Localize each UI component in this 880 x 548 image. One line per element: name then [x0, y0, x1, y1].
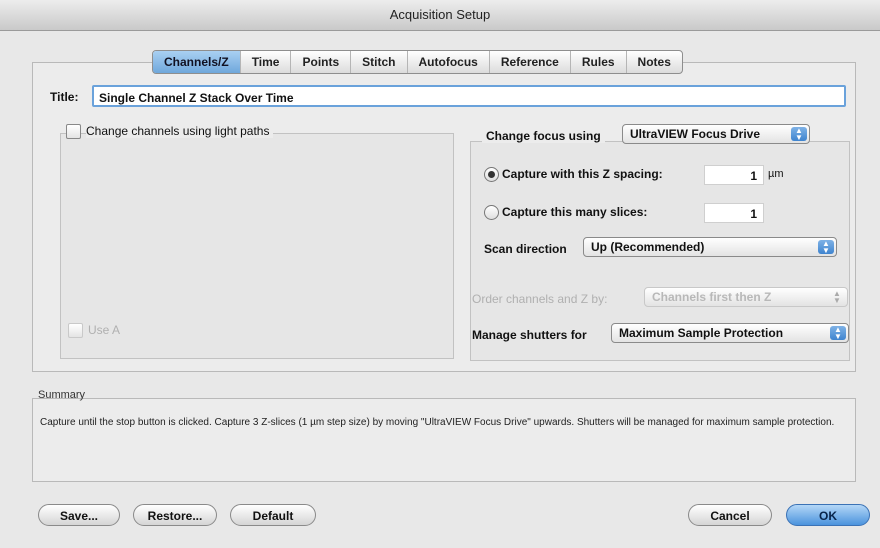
focus-drive-popup[interactable]: UltraVIEW Focus Drive ▲ ▼: [622, 124, 810, 144]
shutters-popup[interactable]: Maximum Sample Protection ▲ ▼: [611, 323, 849, 343]
light-paths-checkbox[interactable]: [66, 124, 81, 139]
spacing-unit: µm: [768, 168, 784, 180]
capture-slices-label: Capture this many slices:: [502, 205, 648, 219]
capture-slices-radio[interactable]: [484, 205, 499, 220]
capture-spacing-radio[interactable]: [484, 167, 499, 182]
light-paths-label: Change channels using light paths: [86, 124, 274, 138]
scan-direction-label: Scan direction: [484, 242, 567, 256]
summary-heading: Summary: [38, 389, 86, 401]
tab-reference[interactable]: Reference: [490, 51, 571, 73]
tab-time[interactable]: Time: [241, 51, 292, 73]
tab-bar: Channels/Z Time Points Stitch Autofocus …: [152, 50, 683, 74]
scan-direction-value: Up (Recommended): [591, 240, 705, 254]
capture-spacing-label: Capture with this Z spacing:: [502, 167, 663, 181]
up-down-arrows-icon: ▲ ▼: [830, 326, 846, 341]
ok-button[interactable]: OK: [786, 504, 870, 526]
focus-drive-value: UltraVIEW Focus Drive: [630, 127, 761, 141]
cancel-button[interactable]: Cancel: [688, 504, 772, 526]
summary-text: Capture until the stop button is clicked…: [40, 417, 835, 428]
scan-direction-popup[interactable]: Up (Recommended) ▲ ▼: [583, 237, 837, 257]
default-button[interactable]: Default: [230, 504, 316, 526]
up-down-arrows-icon: ▲ ▼: [791, 127, 807, 142]
order-value: Channels first then Z: [652, 290, 772, 304]
use-all-checkbox[interactable]: [68, 323, 83, 338]
title-input[interactable]: Single Channel Z Stack Over Time: [92, 85, 846, 107]
change-focus-label: Change focus using: [482, 129, 605, 143]
restore-button[interactable]: Restore...: [133, 504, 217, 526]
up-down-arrows-icon: ▲ ▼: [833, 289, 841, 305]
tab-points[interactable]: Points: [291, 51, 352, 73]
use-all-label: Use A: [88, 323, 121, 337]
save-button[interactable]: Save...: [38, 504, 120, 526]
order-label: Order channels and Z by:: [472, 292, 608, 306]
order-popup[interactable]: Channels first then Z ▲ ▼: [644, 287, 848, 307]
title-label: Title:: [50, 90, 79, 104]
tab-rules[interactable]: Rules: [571, 51, 627, 73]
tab-stitch[interactable]: Stitch: [351, 51, 408, 73]
window-title: Acquisition Setup: [0, 0, 880, 31]
tab-autofocus[interactable]: Autofocus: [408, 51, 490, 73]
tab-notes[interactable]: Notes: [627, 51, 682, 73]
shutters-label: Manage shutters for: [472, 328, 587, 342]
up-down-arrows-icon: ▲ ▼: [818, 240, 834, 255]
z-spacing-field[interactable]: 1: [704, 165, 764, 185]
slices-field[interactable]: 1: [704, 203, 764, 223]
tab-channels-z[interactable]: Channels/Z: [153, 51, 241, 73]
shutters-value: Maximum Sample Protection: [619, 326, 784, 340]
summary-box: [32, 398, 856, 482]
